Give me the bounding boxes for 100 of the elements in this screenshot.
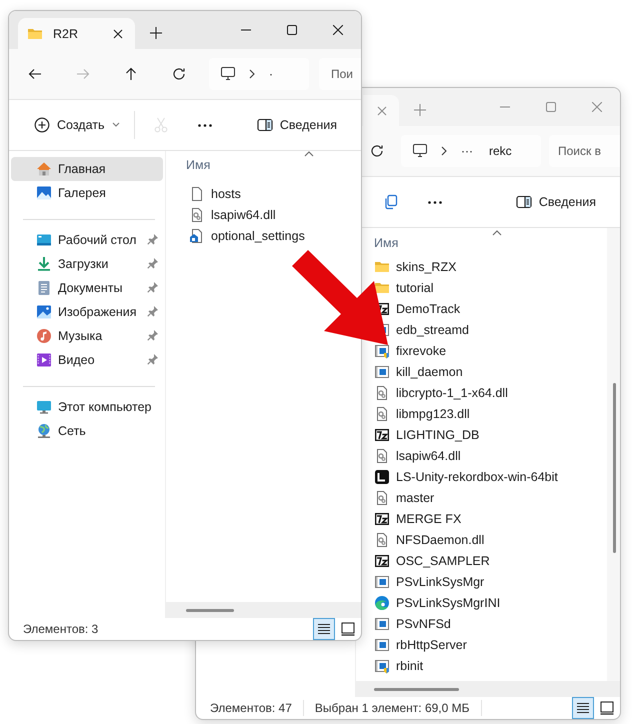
tab[interactable]: [363, 95, 399, 126]
file-name[interactable]: MERGE FX: [396, 512, 462, 526]
file-name[interactable]: lsapiw64.dll: [396, 448, 461, 462]
file-name[interactable]: PSvLinkSysMgrINI: [396, 596, 500, 610]
sidebar-item[interactable]: Документы: [11, 276, 163, 300]
sidebar-item[interactable]: Сеть: [11, 419, 163, 443]
browser-icon: [374, 594, 390, 610]
music-icon: [36, 328, 52, 344]
refresh-icon: [369, 143, 385, 159]
file-name[interactable]: lsapiw64.dll: [211, 208, 276, 222]
file-name[interactable]: tutorial: [396, 280, 434, 294]
program-shield-icon: [374, 658, 390, 674]
program-icon: [374, 364, 390, 380]
list-view-icon: [316, 621, 332, 637]
computer-icon: [411, 143, 429, 159]
gear-document-icon: [374, 448, 390, 464]
file-name[interactable]: LS-Unity-rekordbox-win-64bit: [396, 470, 558, 484]
column-header[interactable]: Имя: [186, 151, 304, 179]
app-icon: [374, 468, 390, 484]
maximize-icon: [287, 25, 297, 35]
pin-icon: [147, 352, 159, 364]
file-name[interactable]: libcrypto-1_1-x64.dll: [396, 386, 508, 400]
sidebar-item[interactable]: Главная: [11, 157, 163, 181]
picture-icon: [36, 304, 52, 320]
chevron-icon: [249, 69, 255, 79]
sidebar-item[interactable]: Загрузки: [11, 252, 163, 276]
file-name[interactable]: fixrevoke: [396, 344, 446, 358]
plus-icon: [414, 104, 426, 116]
file-name[interactable]: master: [396, 490, 434, 504]
refresh-icon: [171, 66, 187, 82]
archive-icon: [374, 426, 390, 442]
file-name[interactable]: kill_daemon: [396, 364, 463, 378]
file-name[interactable]: edb_streamd: [396, 322, 469, 336]
file-name[interactable]: LIGHTING_DB: [396, 428, 480, 442]
document-icon: [36, 280, 52, 296]
vertical-scrollbar[interactable]: [607, 228, 620, 681]
pin-icon: [147, 256, 159, 268]
file-name[interactable]: rbHttpServer: [396, 638, 467, 652]
sidebar-item[interactable]: Изображения: [11, 300, 163, 324]
breadcrumb[interactable]: rekc: [487, 144, 514, 158]
file-name[interactable]: PSvNFSd: [396, 616, 451, 630]
details-view-button[interactable]: [313, 618, 335, 640]
sidebar-item[interactable]: Музыка: [11, 324, 163, 348]
computer-icon: [219, 66, 237, 82]
pin-icon: [147, 328, 159, 340]
search-field[interactable]: Поиск в: [549, 135, 620, 167]
pin-icon: [147, 232, 159, 244]
new-button[interactable]: Создать: [26, 109, 128, 141]
sidebar-item[interactable]: Рабочий стол: [11, 228, 163, 252]
selection-info: Выбран 1 элемент: 69,0 МБ: [314, 701, 470, 715]
file-name[interactable]: NFSDaemon.dll: [396, 532, 484, 546]
gear-document-icon: [374, 532, 390, 548]
file-name[interactable]: hosts: [211, 186, 241, 200]
file-name[interactable]: optional_settings: [211, 228, 305, 242]
column-header[interactable]: Имя: [374, 230, 492, 256]
pin-icon: [147, 304, 159, 316]
chevron-down-icon: [112, 122, 120, 128]
file-name[interactable]: OSC_SAMPLER: [396, 554, 490, 568]
computer-icon: [36, 399, 52, 415]
gear-document-icon: [374, 490, 390, 506]
video-icon: [36, 352, 52, 368]
sidebar-item[interactable]: Галерея: [11, 181, 163, 205]
more-icon: [198, 124, 212, 126]
close-icon: [333, 25, 343, 35]
network-icon: [36, 423, 52, 439]
home-icon: [36, 161, 52, 177]
details-button[interactable]: Сведения: [508, 186, 604, 218]
address-bar[interactable]: ··· rekc: [401, 135, 541, 167]
gallery-icon: [36, 185, 52, 201]
search-field[interactable]: Пои: [319, 58, 361, 90]
horizontal-scrollbar[interactable]: [356, 681, 620, 697]
tab[interactable]: R2R: [18, 18, 135, 49]
breadcrumb[interactable]: ·: [267, 67, 275, 81]
details-view-button[interactable]: [572, 697, 594, 719]
sidebar-item[interactable]: Видео: [11, 348, 163, 372]
program-icon: [374, 574, 390, 590]
desktop-icon: [36, 232, 52, 248]
archive-icon: [374, 552, 390, 568]
maximize-icon: [546, 102, 556, 112]
sort-caret-icon: [304, 151, 314, 157]
tiles-view-icon: [599, 700, 615, 716]
address-bar[interactable]: ·: [209, 58, 309, 90]
settings-document-icon: [189, 228, 205, 244]
file-name[interactable]: libmpg123.dll: [396, 406, 470, 420]
file-name[interactable]: skins_RZX: [396, 260, 456, 274]
details-button[interactable]: Сведения: [248, 109, 345, 141]
file-name[interactable]: DemoTrack: [396, 302, 460, 316]
more-icon: [428, 200, 442, 204]
file-name[interactable]: rbinit: [396, 658, 424, 672]
close-icon: [377, 106, 387, 116]
item-count: Элементов: 3: [23, 622, 98, 636]
breadcrumb[interactable]: ···: [459, 144, 475, 158]
gear-document-icon: [189, 206, 205, 222]
file-name[interactable]: PSvLinkSysMgr: [396, 574, 484, 588]
sidebar-item[interactable]: Этот компьютер: [11, 395, 163, 419]
program-icon: [374, 636, 390, 652]
horizontal-scrollbar[interactable]: [166, 602, 361, 618]
gear-document-icon: [374, 406, 390, 422]
cut-icon: [152, 117, 169, 133]
gear-document-icon: [374, 384, 390, 400]
